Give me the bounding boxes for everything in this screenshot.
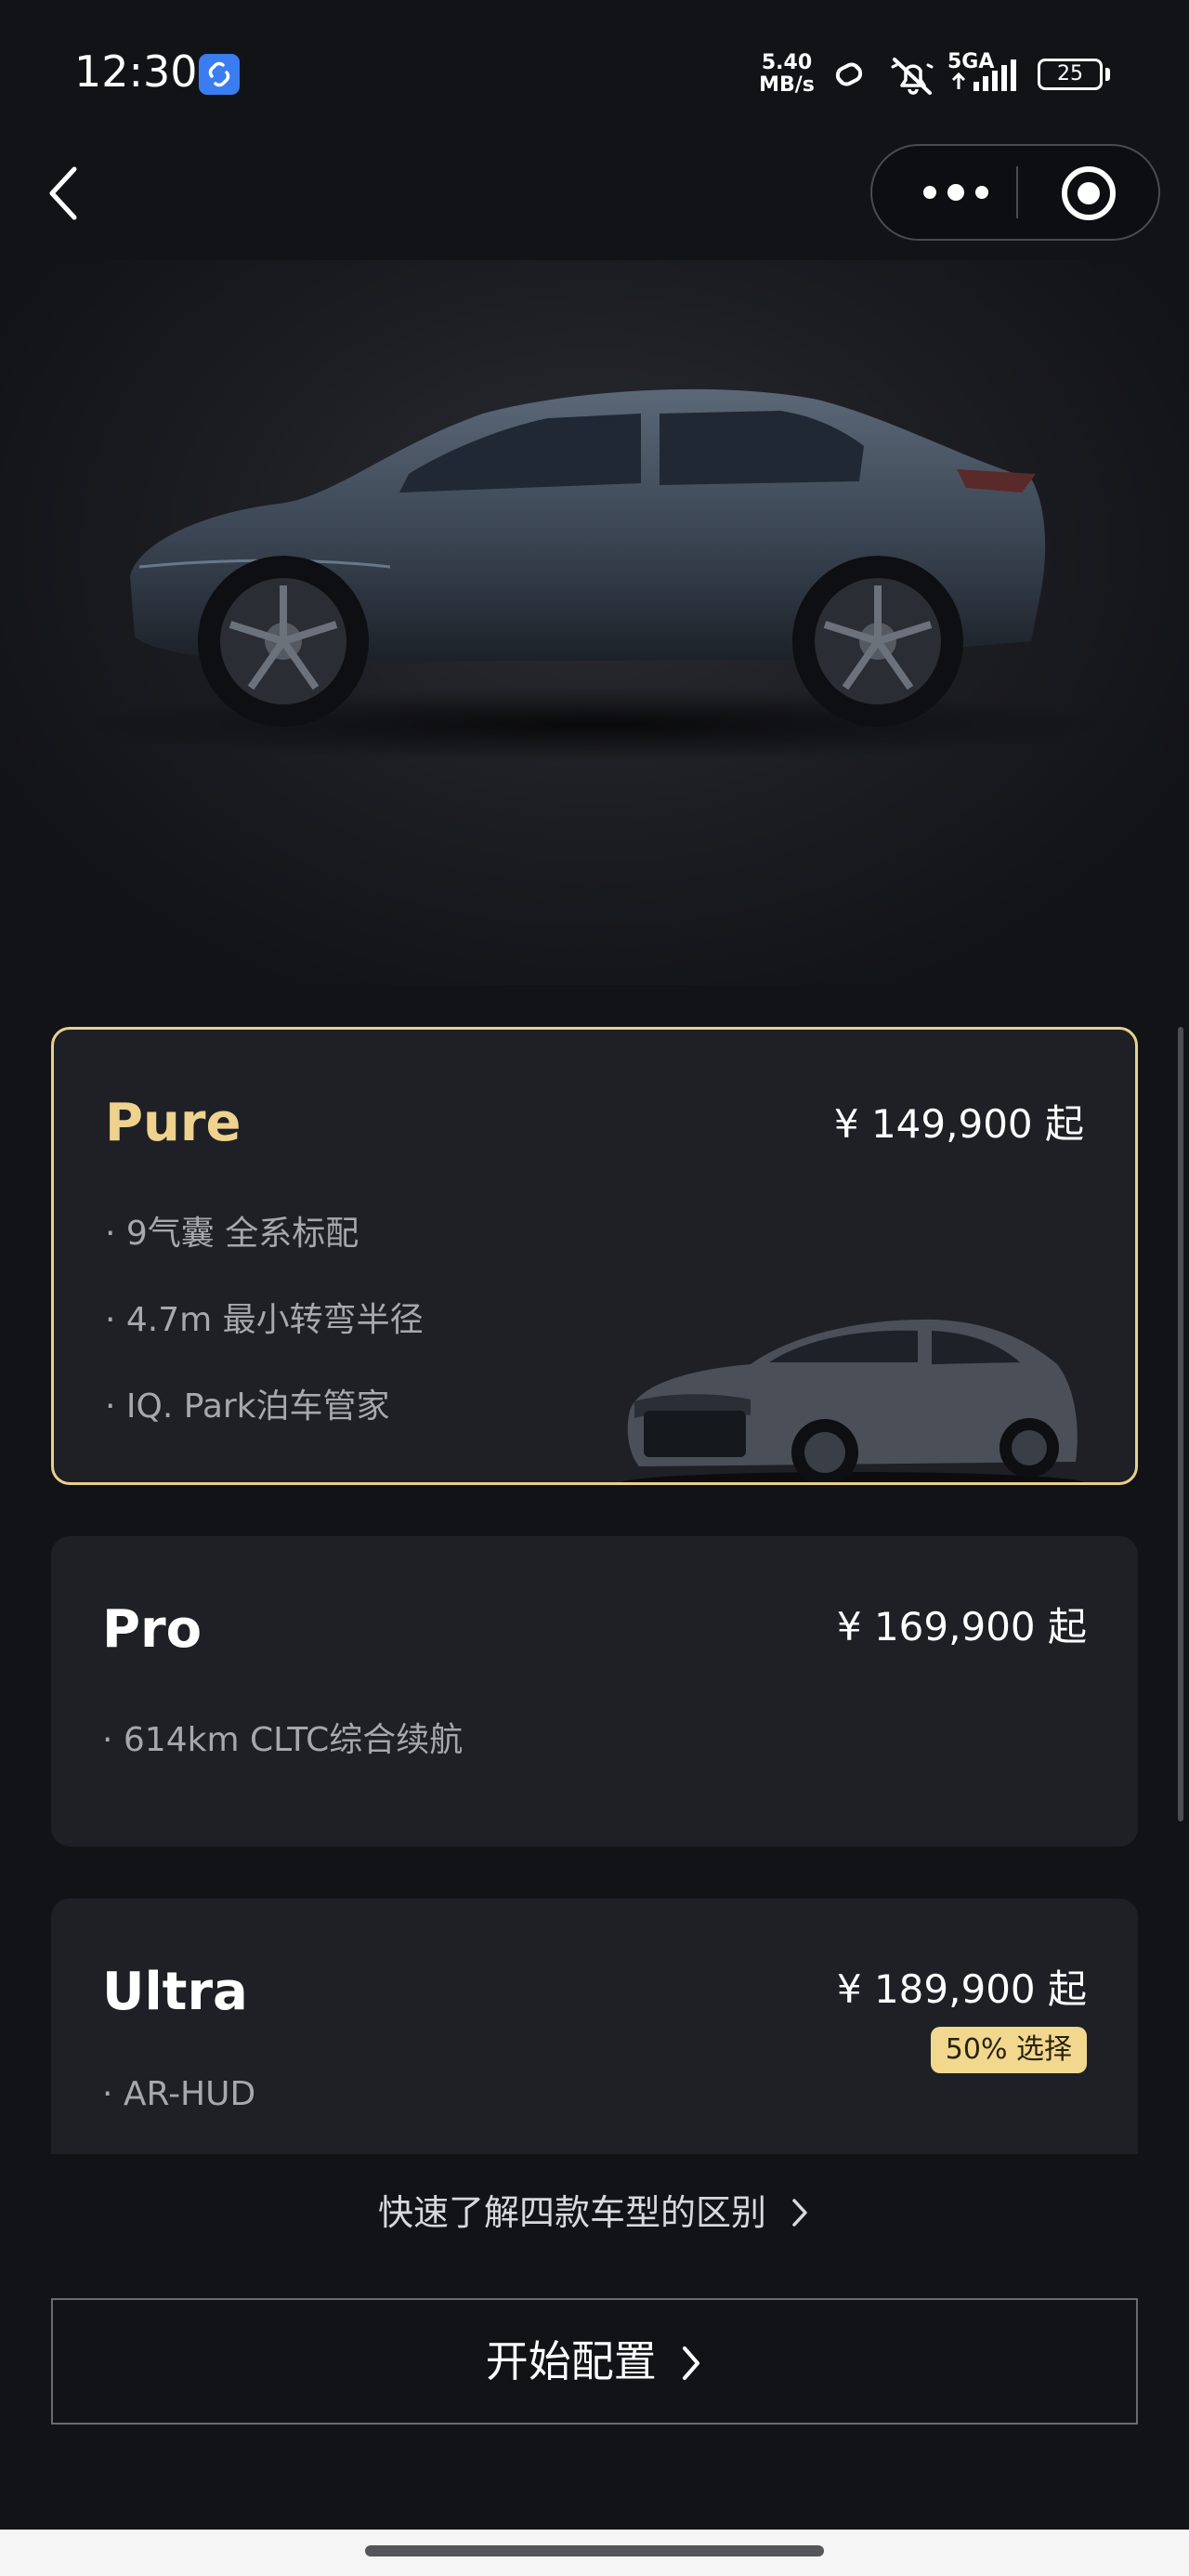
trim-feature: · AR-HUD xyxy=(102,2075,256,2113)
signal-icon xyxy=(949,59,1026,97)
trim-feature: · IQ. Park泊车管家 xyxy=(105,1387,390,1426)
car-front-view-image xyxy=(621,1319,1085,1482)
trim-price: ¥ 189,900 起 xyxy=(836,1966,1087,2012)
more-button[interactable] xyxy=(909,164,1002,220)
trim-price: ¥ 149,900 起 xyxy=(833,1101,1084,1147)
net-speed-value: 5.40 xyxy=(761,51,813,74)
status-time: 12:30 xyxy=(74,46,198,97)
trim-feature: · 4.7m 最小转弯半径 xyxy=(105,1301,424,1339)
trim-card-ultra[interactable]: Ultra ¥ 189,900 起 50% 选择 · AR-HUD xyxy=(51,1899,1138,2154)
status-bar: 12:30 5.40 MB/s 5GA 25 xyxy=(0,0,1189,139)
trim-name: Ultra xyxy=(102,1962,248,2022)
start-config-button[interactable]: 开始配置 xyxy=(51,2298,1138,2425)
link-app-icon xyxy=(199,54,240,95)
target-icon xyxy=(1062,166,1116,220)
net-speed: 5.40 MB/s xyxy=(754,52,819,97)
car-side-view-image xyxy=(74,388,1115,762)
capsule-divider xyxy=(1016,166,1018,218)
scrollbar[interactable] xyxy=(1178,1027,1183,1821)
trim-feature: · 614km CLTC综合续航 xyxy=(102,1721,464,1759)
link-icon xyxy=(825,54,873,99)
chevron-right-icon xyxy=(792,2199,807,2227)
trim-card-pro[interactable]: Pro ¥ 169,900 起 · 614km CLTC综合续航 xyxy=(51,1536,1138,1847)
more-dots-icon xyxy=(923,184,988,201)
chevron-left-icon xyxy=(49,166,77,220)
compare-trims-link[interactable]: 快速了解四款车型的区别 xyxy=(0,2184,1189,2235)
trim-price: ¥ 169,900 起 xyxy=(836,1604,1087,1649)
gesture-bar xyxy=(0,2530,1189,2576)
trim-name: Pro xyxy=(102,1599,203,1660)
close-mini-program-button[interactable] xyxy=(1058,163,1119,224)
hero-car-image xyxy=(0,260,1189,985)
battery-tip xyxy=(1105,68,1110,81)
mini-program-capsule xyxy=(870,144,1160,241)
mute-bell-icon xyxy=(887,54,937,100)
compare-trims-label: 快速了解四款车型的区别 xyxy=(377,2192,766,2233)
trim-feature: · 9气囊 全系标配 xyxy=(105,1215,359,1253)
chevron-right-icon xyxy=(683,2346,700,2380)
trim-name: Pure xyxy=(105,1093,242,1153)
back-button[interactable] xyxy=(43,165,87,221)
selection-rate-badge: 50% 选择 xyxy=(930,2027,1087,2073)
start-config-label: 开始配置 xyxy=(485,2336,657,2386)
net-speed-unit: MB/s xyxy=(759,73,815,97)
home-indicator[interactable] xyxy=(365,2545,824,2556)
battery-indicator: 25 xyxy=(1038,59,1103,90)
trim-card-pure[interactable]: Pure ¥ 149,900 起 · 9气囊 全系标配 · 4.7m 最小转弯半… xyxy=(51,1027,1138,1485)
vehicle-config-page: 12:30 5.40 MB/s 5GA 25 Pure ¥ 149,900 起 … xyxy=(0,0,1189,2576)
